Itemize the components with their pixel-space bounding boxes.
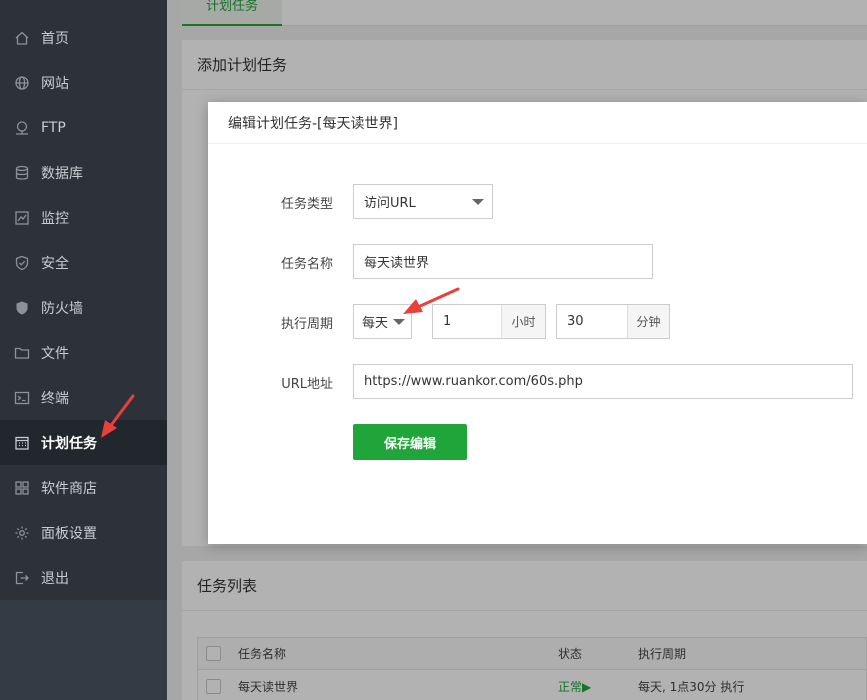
sidebar-menu: 首页 网站 FTP 数据库 监控 安全 防火墙 文件 终端 计划任务 软件商店 …: [0, 0, 167, 600]
sidebar-item-label: 网站: [41, 75, 69, 92]
sidebar-item-cron[interactable]: 计划任务: [0, 420, 167, 465]
ftp-icon: [14, 120, 30, 136]
task-name-label: 任务名称: [280, 257, 333, 272]
cycle-value: 每天: [362, 316, 389, 331]
sidebar-item-logout[interactable]: 退出: [0, 555, 167, 600]
sidebar-item-security[interactable]: 安全: [0, 240, 167, 285]
sidebar-item-store[interactable]: 软件商店: [0, 465, 167, 510]
home-icon: [14, 30, 30, 46]
monitor-icon: [14, 210, 30, 226]
task-type-value: 访问URL: [364, 196, 416, 211]
calendar-icon: [14, 435, 30, 451]
sidebar-item-label: 首页: [41, 30, 69, 47]
sidebar-footer: [0, 600, 167, 700]
minute-unit: 分钟: [627, 305, 669, 338]
globe-icon: [14, 75, 30, 91]
hour-unit: 小时: [501, 305, 545, 338]
sidebar-item-label: 计划任务: [41, 435, 97, 452]
save-button[interactable]: 保存编辑: [353, 424, 467, 460]
hour-input[interactable]: 1 小时: [432, 304, 546, 339]
logout-icon: [14, 570, 30, 586]
sidebar-item-database[interactable]: 数据库: [0, 150, 167, 195]
sidebar-item-label: 文件: [41, 345, 69, 362]
sidebar-item-label: 数据库: [41, 165, 83, 182]
url-label: URL地址: [281, 377, 333, 392]
folder-icon: [14, 345, 30, 361]
cycle-select[interactable]: 每天: [353, 304, 412, 339]
sidebar-item-label: 监控: [41, 210, 69, 227]
hour-value: 1: [443, 314, 452, 329]
chevron-down-icon: [472, 198, 484, 205]
sidebar-item-monitor[interactable]: 监控: [0, 195, 167, 240]
task-name-input[interactable]: 每天读世界: [353, 244, 653, 279]
dialog-title: 编辑计划任务-[每天读世界]: [208, 102, 867, 144]
shield-check-icon: [14, 255, 30, 271]
terminal-icon: [14, 390, 30, 406]
sidebar-item-label: 软件商店: [41, 480, 97, 497]
sidebar-item-label: 面板设置: [41, 525, 97, 542]
gear-icon: [14, 525, 30, 541]
sidebar-item-website[interactable]: 网站: [0, 60, 167, 105]
sidebar-item-settings[interactable]: 面板设置: [0, 510, 167, 555]
sidebar-item-label: 退出: [41, 570, 69, 587]
sidebar-item-label: 终端: [41, 390, 69, 407]
minute-value: 30: [567, 314, 584, 329]
edit-task-dialog: 编辑计划任务-[每天读世界] 任务类型 访问URL 任务名称 每天读世界 执行周…: [208, 102, 867, 544]
task-name-value: 每天读世界: [364, 256, 430, 271]
shield-icon: [14, 300, 30, 316]
sidebar-item-firewall[interactable]: 防火墙: [0, 285, 167, 330]
sidebar-item-label: 防火墙: [41, 300, 83, 317]
sidebar-item-ftp[interactable]: FTP: [0, 105, 167, 150]
sidebar-item-files[interactable]: 文件: [0, 330, 167, 375]
database-icon: [14, 165, 30, 181]
sidebar-item-terminal[interactable]: 终端: [0, 375, 167, 420]
task-type-select[interactable]: 访问URL: [353, 184, 493, 219]
cycle-label: 执行周期: [280, 317, 333, 332]
sidebar: 首页 网站 FTP 数据库 监控 安全 防火墙 文件 终端 计划任务 软件商店 …: [0, 0, 167, 700]
url-value: https://www.ruankor.com/60s.php: [364, 374, 583, 389]
grid-icon: [14, 480, 30, 496]
sidebar-item-label: FTP: [41, 119, 66, 136]
sidebar-item-label: 安全: [41, 255, 69, 272]
url-input[interactable]: https://www.ruankor.com/60s.php: [353, 364, 853, 399]
minute-input[interactable]: 30 分钟: [556, 304, 670, 339]
task-type-label: 任务类型: [280, 197, 333, 212]
chevron-down-icon: [393, 318, 405, 325]
sidebar-item-home[interactable]: 首页: [0, 15, 167, 60]
